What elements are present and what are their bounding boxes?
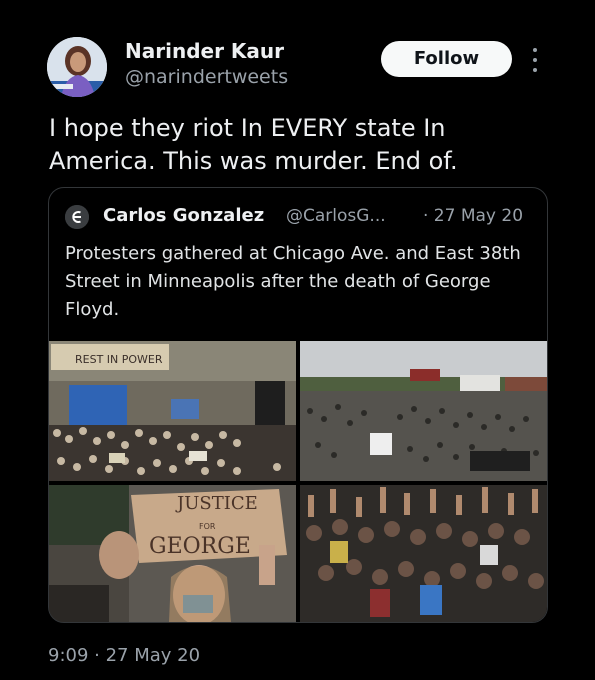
quoted-date: · 27 May 20 xyxy=(423,206,524,226)
follow-button[interactable]: Follow xyxy=(381,41,512,77)
banner-text: REST IN POWER xyxy=(75,353,163,366)
photo-crowd-street[interactable]: REST IN POWER xyxy=(49,341,296,481)
sign-text-3: GEORGE xyxy=(149,534,251,559)
avatar-image xyxy=(47,37,107,97)
quoted-tweet[interactable]: Carlos Gonzalez @CarlosG... · 27 May 20 … xyxy=(48,187,548,623)
author-handle[interactable]: @narindertweets xyxy=(125,66,288,88)
photo-crowd-fists[interactable] xyxy=(300,485,547,622)
tweet-text: I hope they riot In EVERY state In Ameri… xyxy=(49,114,458,175)
photo-justice-sign[interactable]: JUSTICE FOR GEORGE xyxy=(49,485,296,622)
tweet-timestamp[interactable]: 9:09 · 27 May 20 xyxy=(48,645,200,666)
quoted-author-name: Carlos Gonzalez xyxy=(103,205,265,226)
sign-text-1: JUSTICE xyxy=(175,493,258,514)
more-options-icon[interactable] xyxy=(531,46,539,74)
quoted-author-handle: @CarlosG... xyxy=(286,206,386,226)
sign-text-2: FOR xyxy=(199,522,216,531)
quoted-avatar xyxy=(65,205,89,229)
avatar[interactable] xyxy=(47,37,107,97)
author-name[interactable]: Narinder Kaur xyxy=(125,39,284,63)
photo-grid: REST IN POWER JUSTICE FOR GEORGE xyxy=(49,341,547,622)
quoted-text: Protesters gathered at Chicago Ave. and … xyxy=(65,243,521,320)
photo-intersection-aerial[interactable] xyxy=(300,341,547,481)
